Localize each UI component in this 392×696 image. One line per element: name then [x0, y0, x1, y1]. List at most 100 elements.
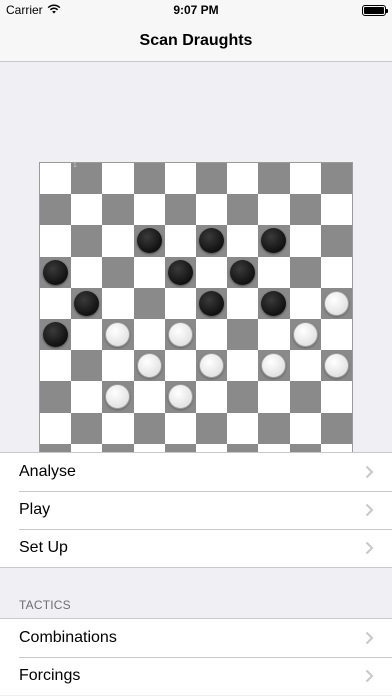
board-square[interactable]	[196, 194, 228, 226]
board-square[interactable]	[289, 350, 321, 382]
board-square[interactable]	[320, 194, 352, 226]
board-square[interactable]	[196, 350, 228, 382]
board-square[interactable]	[40, 412, 72, 444]
board-square[interactable]	[227, 225, 259, 257]
board-square[interactable]	[227, 256, 259, 288]
board-square[interactable]	[258, 225, 290, 257]
menu-item-play[interactable]: Play	[0, 491, 392, 529]
board-square[interactable]	[102, 319, 134, 351]
board-square[interactable]	[258, 412, 290, 444]
board-square[interactable]	[196, 163, 228, 195]
board-square[interactable]: 1	[71, 163, 103, 195]
board-square[interactable]	[40, 225, 72, 257]
board-square[interactable]	[289, 412, 321, 444]
white-piece[interactable]	[167, 322, 193, 347]
board-square[interactable]	[133, 319, 165, 351]
white-piece[interactable]	[323, 290, 349, 316]
board-square[interactable]	[196, 287, 228, 319]
board-square[interactable]	[71, 381, 103, 413]
board-square[interactable]	[133, 381, 165, 413]
board-square[interactable]	[320, 287, 352, 319]
board-square[interactable]	[320, 319, 352, 351]
board-square[interactable]	[289, 381, 321, 413]
board-square[interactable]	[227, 287, 259, 319]
board-square[interactable]	[40, 194, 72, 226]
black-piece[interactable]	[261, 228, 287, 254]
black-piece[interactable]	[136, 228, 162, 254]
board-square[interactable]	[196, 225, 228, 257]
board-square[interactable]	[40, 350, 72, 382]
board-square[interactable]	[40, 381, 72, 413]
black-piece[interactable]	[167, 259, 193, 285]
board-square[interactable]	[164, 256, 196, 288]
board-square[interactable]	[71, 412, 103, 444]
board-square[interactable]	[40, 163, 72, 195]
board-square[interactable]	[164, 412, 196, 444]
board-square[interactable]	[164, 319, 196, 351]
board-square[interactable]	[289, 256, 321, 288]
white-piece[interactable]	[136, 353, 162, 379]
board-square[interactable]	[227, 319, 259, 351]
white-piece[interactable]	[199, 353, 224, 379]
board-square[interactable]	[71, 319, 103, 351]
board-square[interactable]	[196, 256, 228, 288]
board-square[interactable]	[258, 350, 290, 382]
board-square[interactable]	[133, 225, 165, 257]
board-square[interactable]	[320, 163, 352, 195]
board-square[interactable]	[102, 163, 134, 195]
board-square[interactable]	[40, 319, 72, 351]
black-piece[interactable]	[43, 322, 68, 347]
board-square[interactable]	[164, 163, 196, 195]
white-piece[interactable]	[323, 353, 349, 379]
board-square[interactable]	[164, 287, 196, 319]
board-square[interactable]	[71, 350, 103, 382]
board-square[interactable]	[164, 194, 196, 226]
white-piece[interactable]	[167, 384, 193, 410]
board-square[interactable]	[289, 319, 321, 351]
board-square[interactable]	[71, 256, 103, 288]
menu-item-forcings[interactable]: Forcings	[0, 657, 392, 695]
board-square[interactable]	[258, 381, 290, 413]
board-square[interactable]	[71, 225, 103, 257]
board-square[interactable]	[71, 287, 103, 319]
white-piece[interactable]	[105, 384, 131, 410]
board-square[interactable]	[133, 194, 165, 226]
board-square[interactable]	[258, 319, 290, 351]
white-piece[interactable]	[292, 322, 318, 347]
draughts-board[interactable]: 1	[39, 162, 353, 476]
board-square[interactable]	[320, 412, 352, 444]
board-square[interactable]	[40, 287, 72, 319]
board-square[interactable]	[102, 412, 134, 444]
board-square[interactable]	[258, 256, 290, 288]
board-square[interactable]	[102, 287, 134, 319]
board-square[interactable]	[320, 381, 352, 413]
board-square[interactable]	[320, 225, 352, 257]
board-square[interactable]	[227, 412, 259, 444]
board-square[interactable]	[164, 225, 196, 257]
black-piece[interactable]	[199, 290, 224, 316]
board-square[interactable]	[289, 287, 321, 319]
board-square[interactable]	[258, 163, 290, 195]
black-piece[interactable]	[199, 228, 224, 254]
board-square[interactable]	[102, 194, 134, 226]
menu-item-analyse[interactable]: Analyse	[0, 453, 392, 491]
board-square[interactable]	[227, 194, 259, 226]
board-square[interactable]	[196, 381, 228, 413]
black-piece[interactable]	[43, 259, 68, 285]
board-square[interactable]	[289, 225, 321, 257]
board-square[interactable]	[71, 194, 103, 226]
board-square[interactable]	[227, 163, 259, 195]
menu-item-set-up[interactable]: Set Up	[0, 529, 392, 567]
board-square[interactable]	[133, 412, 165, 444]
board-square[interactable]	[258, 194, 290, 226]
menu-item-combinations[interactable]: Combinations	[0, 619, 392, 657]
board-square[interactable]	[196, 412, 228, 444]
board-square[interactable]	[289, 163, 321, 195]
white-piece[interactable]	[261, 353, 287, 379]
board-square[interactable]	[133, 287, 165, 319]
board-square[interactable]	[102, 225, 134, 257]
board-square[interactable]	[133, 350, 165, 382]
board-square[interactable]	[320, 256, 352, 288]
board-square[interactable]	[102, 256, 134, 288]
board-square[interactable]	[164, 381, 196, 413]
